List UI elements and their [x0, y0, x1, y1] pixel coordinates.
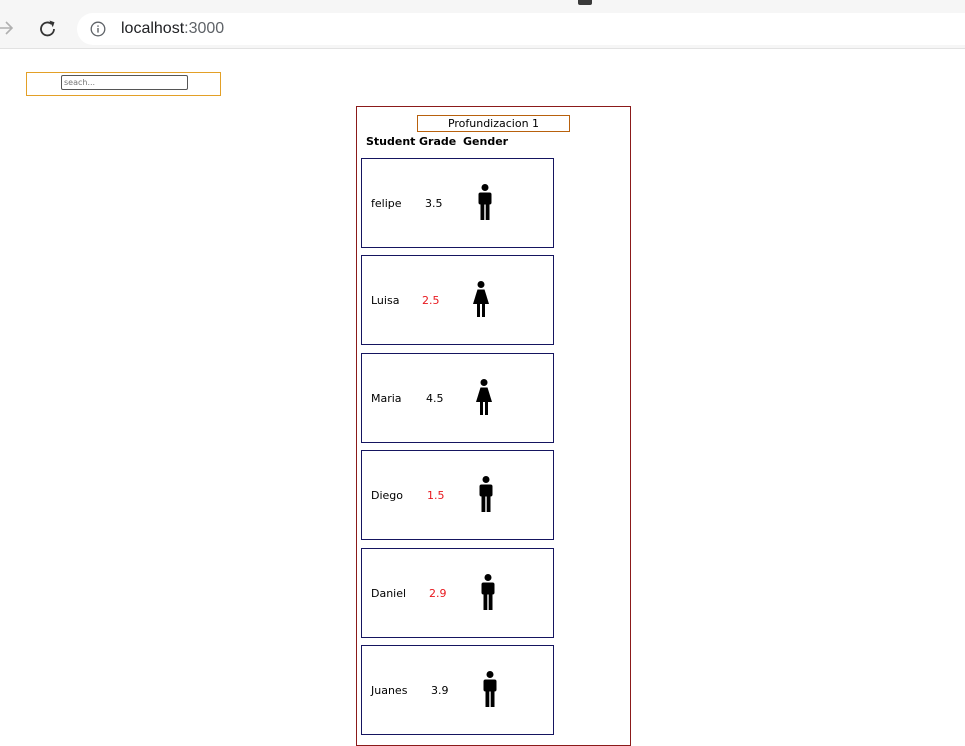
- browser-toolbar: localhost:3000: [0, 0, 965, 49]
- male-icon: [479, 574, 497, 610]
- student-name: Luisa: [371, 294, 400, 307]
- student-name: Daniel: [371, 587, 407, 600]
- header-grade: Grade: [419, 135, 457, 148]
- search-input[interactable]: [61, 75, 188, 90]
- student-grade: 2.5: [422, 294, 440, 307]
- student-name: felipe: [371, 197, 402, 210]
- reload-icon[interactable]: [37, 18, 59, 40]
- forward-arrow-icon[interactable]: [0, 17, 14, 39]
- course-title: Profundizacion 1: [417, 115, 570, 132]
- male-icon: [481, 671, 499, 707]
- student-grade: 4.5: [426, 392, 444, 405]
- student-card: Luisa 2.5: [361, 255, 554, 345]
- tab-favicon-icon: [578, 0, 592, 5]
- student-name: Diego: [371, 489, 404, 502]
- url-host: localhost: [121, 20, 185, 37]
- address-bar[interactable]: localhost:3000: [77, 13, 965, 45]
- url-port: :3000: [184, 20, 225, 37]
- student-card: Juanes 3.9: [361, 645, 554, 735]
- search-container: [26, 72, 221, 96]
- student-card: Maria 4.5: [361, 353, 554, 443]
- female-icon: [475, 379, 493, 415]
- student-name: Juanes: [371, 684, 408, 697]
- course-panel: Profundizacion 1 Student Grade Gender fe…: [356, 106, 631, 746]
- student-card: Daniel 2.9: [361, 548, 554, 638]
- info-icon[interactable]: [90, 21, 106, 37]
- student-grade: 3.9: [431, 684, 449, 697]
- student-grade: 3.5: [425, 197, 443, 210]
- male-icon: [477, 476, 495, 512]
- header-gender: Gender: [463, 135, 509, 148]
- student-grade: 2.9: [429, 587, 447, 600]
- student-card: Diego 1.5: [361, 450, 554, 540]
- header-student: Student: [366, 135, 416, 148]
- url-text: localhost:3000: [121, 19, 224, 39]
- student-grade: 1.5: [427, 489, 445, 502]
- female-icon: [472, 281, 490, 317]
- student-name: Maria: [371, 392, 402, 405]
- student-card: felipe 3.5: [361, 158, 554, 248]
- male-icon: [476, 184, 494, 220]
